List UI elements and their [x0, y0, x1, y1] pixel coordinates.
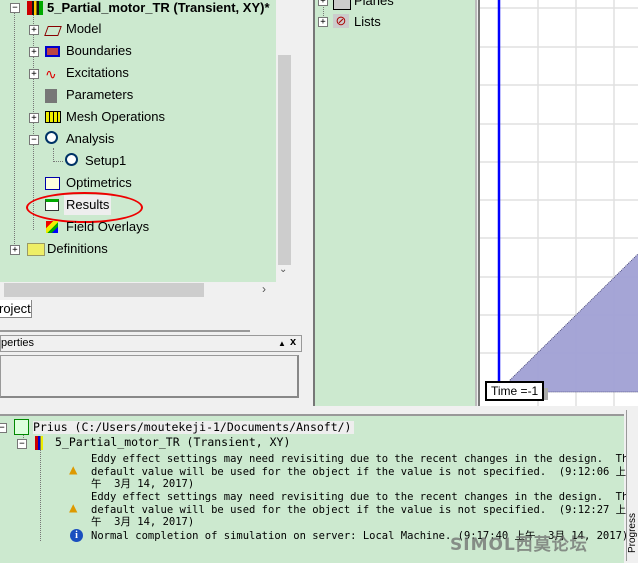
tree-item-optimetrics[interactable]: Optimetrics [66, 173, 132, 193]
message-entry: Eddy effect settings may need revisiting… [91, 453, 635, 490]
close-icon[interactable]: x [290, 335, 296, 350]
design-icon [27, 1, 43, 15]
model-tree: + Planes + ⊘ Lists [313, 0, 477, 406]
model-icon [44, 26, 62, 36]
3d-viewport[interactable]: Time =-1 [478, 0, 638, 406]
excitations-icon: ∿ [45, 66, 57, 82]
tree-item-parameters[interactable]: Parameters [66, 85, 133, 105]
properties-header: perties ▲ x [0, 335, 302, 352]
design-icon [35, 436, 43, 450]
message-entry: Eddy effect settings may need revisiting… [91, 491, 635, 528]
tree-item-setup1[interactable]: Setup1 [85, 151, 126, 171]
optimetrics-icon [45, 177, 60, 190]
time-label: Time =-1 [485, 381, 545, 401]
tree-item-excitations[interactable]: Excitations [66, 63, 129, 83]
progress-label: Progress [627, 513, 638, 554]
expand-toggle[interactable]: + [29, 25, 39, 35]
tree-item-planes[interactable]: Planes [354, 0, 394, 11]
tree-item-analysis[interactable]: Analysis [66, 129, 114, 149]
message-project: Prius (C:/Users/moutekeji-1/Documents/An… [33, 420, 354, 434]
expand-toggle[interactable]: + [29, 47, 39, 57]
analysis-icon [45, 131, 58, 144]
scroll-right-icon[interactable]: › [262, 282, 266, 296]
watermark: SIMOL西莫论坛 [450, 535, 588, 555]
boundaries-icon [45, 46, 60, 57]
progress-panel: Progress [626, 410, 638, 561]
setup-icon [65, 153, 78, 166]
project-icon [14, 419, 29, 435]
tree-item-field-overlays[interactable]: Field Overlays [66, 217, 149, 237]
mesh-icon [45, 111, 61, 123]
tree-item-definitions[interactable]: Definitions [47, 239, 108, 259]
expand-toggle[interactable]: + [29, 69, 39, 79]
parameters-icon [45, 89, 57, 103]
expand-toggle[interactable]: + [318, 0, 328, 6]
tree-item-model[interactable]: Model [66, 19, 101, 39]
field-overlays-icon [46, 221, 58, 233]
tab-project[interactable]: roject [0, 300, 32, 318]
scroll-thumb[interactable] [4, 283, 204, 297]
info-icon: i [70, 529, 83, 542]
collapse-toggle[interactable]: − [0, 423, 7, 433]
properties-panel [0, 355, 299, 398]
planes-icon [333, 0, 351, 10]
expand-toggle[interactable]: + [10, 245, 20, 255]
tree-item-boundaries[interactable]: Boundaries [66, 41, 132, 61]
warning-icon: ▲ [69, 462, 78, 478]
expand-toggle[interactable]: + [29, 113, 39, 123]
scroll-thumb[interactable] [278, 55, 291, 265]
pin-icon[interactable]: ▲ [278, 336, 286, 351]
folder-icon [27, 243, 45, 256]
properties-title: perties [1, 337, 35, 349]
collapse-toggle[interactable]: − [10, 3, 20, 13]
collapse-toggle[interactable]: − [29, 135, 39, 145]
tree-item-lists[interactable]: Lists [354, 12, 381, 32]
collapse-toggle[interactable]: − [17, 439, 27, 449]
scroll-down-icon[interactable]: ⌄ [279, 264, 287, 275]
expand-toggle[interactable]: + [318, 17, 328, 27]
project-tree: − 5_Partial_motor_TR (Transient, XY)* + … [0, 0, 277, 282]
tree-design[interactable]: 5_Partial_motor_TR (Transient, XY)* [47, 0, 270, 18]
tree-item-mesh-operations[interactable]: Mesh Operations [66, 107, 165, 127]
lists-icon: ⊘ [333, 14, 349, 28]
message-design: 5_Partial_motor_TR (Transient, XY) [55, 435, 291, 449]
model-shape [509, 253, 638, 393]
warning-icon: ▲ [69, 500, 78, 516]
